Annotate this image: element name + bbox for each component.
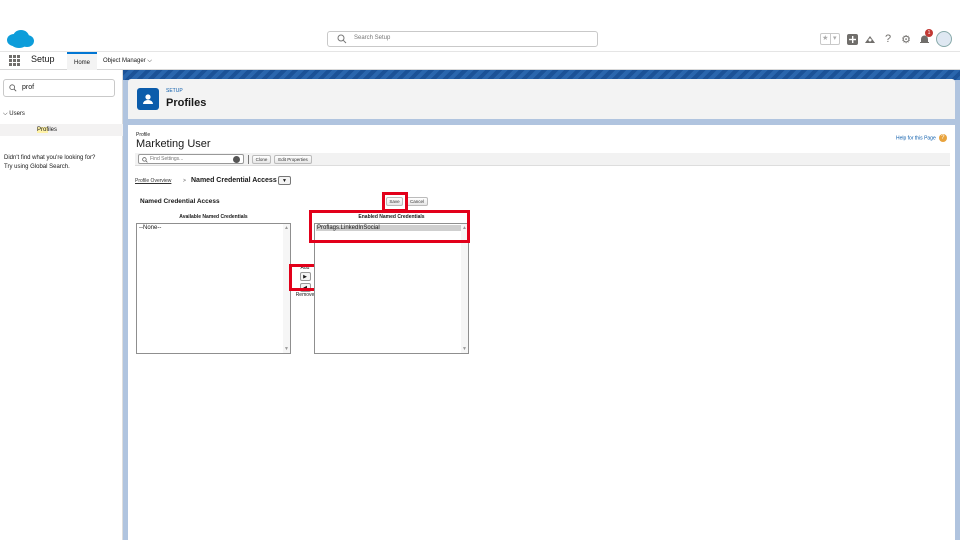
favorites-star-icon[interactable]: ★ — [821, 34, 830, 44]
gear-icon[interactable]: ⚙ — [900, 33, 912, 46]
setup-sidebar: prof ⌵ Users Profiles Didn't find what y… — [0, 70, 123, 540]
favorites-button[interactable]: ★ ▾ — [820, 33, 840, 45]
search-icon — [9, 84, 17, 92]
profile-overview-link[interactable]: Profile Overview — [135, 178, 171, 184]
no-match-help: Didn't find what you're looking for? Try… — [4, 154, 119, 172]
toolbar-divider — [248, 155, 249, 164]
highlight-enabled — [309, 210, 470, 243]
setup-kicker: SETUP — [166, 88, 183, 94]
tab-object-manager[interactable]: Object Manager ⌵ — [103, 52, 152, 70]
profile-toolbar: Find Settings... Clone Edit Properties — [135, 153, 950, 166]
cancel-button[interactable]: Cancel — [406, 197, 428, 206]
breadcrumb-separator: > — [183, 178, 186, 184]
setup-page-header: SETUP Profiles — [128, 79, 955, 119]
trailhead-icon[interactable] — [864, 33, 876, 45]
app-nav-bar: Setup Home Object Manager ⌵ — [0, 52, 960, 70]
tab-object-manager-label: Object Manager — [103, 58, 146, 64]
tree-profiles-rest: iles — [48, 127, 58, 133]
salesforce-logo[interactable] — [5, 29, 35, 49]
main-content: SETUP Profiles Profile Marketing User He… — [123, 70, 960, 540]
profile-detail-panel: Profile Marketing User Help for this Pag… — [128, 125, 955, 540]
quick-find-value: prof — [22, 84, 35, 91]
tab-home[interactable]: Home — [67, 52, 98, 70]
section-title: Named Credential Access — [140, 198, 220, 205]
help-icon[interactable]: ? — [882, 33, 894, 45]
clone-button[interactable]: Clone — [252, 155, 271, 164]
available-credentials-list[interactable]: --None-- ▲ ▼ — [136, 223, 291, 354]
quick-find-input[interactable]: prof — [3, 79, 115, 97]
avatar[interactable] — [936, 31, 952, 47]
find-settings-input[interactable]: Find Settings... — [138, 154, 244, 164]
app-name: Setup — [31, 54, 55, 64]
help-link-label: Help for this Page — [896, 135, 936, 142]
no-match-line-1: Didn't find what you're looking for? — [4, 155, 96, 161]
remove-label: Remove — [295, 292, 315, 298]
search-placeholder: Search Setup — [354, 35, 391, 41]
tree-users-label: Users — [9, 111, 25, 117]
page-title: Profiles — [166, 97, 207, 109]
chevron-down-icon: ⌵ — [147, 58, 152, 64]
clear-icon[interactable] — [233, 156, 240, 163]
tree-node-profiles[interactable]: Profiles — [0, 124, 123, 136]
search-icon — [142, 157, 148, 163]
section-dropdown-button[interactable]: ▼ — [278, 176, 291, 185]
bell-icon[interactable]: 1 — [918, 29, 933, 45]
notification-badge: 1 — [925, 29, 933, 37]
chevron-down-icon: ⌵ — [3, 111, 8, 117]
no-match-line-2: Try using Global Search. — [4, 164, 70, 170]
header-utility-icons: ★ ▾ ? ⚙ 1 — [820, 29, 952, 47]
find-settings-placeholder: Find Settings... — [150, 156, 184, 162]
scrollbar[interactable]: ▲ ▼ — [461, 224, 468, 353]
profile-title: Marketing User — [136, 138, 211, 150]
tree-node-users[interactable]: ⌵ Users — [3, 111, 25, 118]
edit-properties-button[interactable]: Edit Properties — [274, 155, 312, 164]
chevron-down-icon: ▼ — [282, 178, 287, 184]
help-icon: ? — [938, 134, 947, 142]
help-link[interactable]: Help for this Page? — [896, 134, 947, 142]
favorites-list-icon[interactable]: ▾ — [829, 34, 840, 44]
list-item[interactable]: --None-- — [138, 225, 162, 231]
available-header: Available Named Credentials — [179, 214, 248, 220]
highlight-save — [382, 192, 408, 212]
search-highlight: Prof — [37, 127, 49, 133]
add-icon[interactable] — [846, 33, 858, 45]
user-icon — [137, 88, 159, 110]
search-icon — [337, 34, 347, 44]
global-search-input[interactable]: Search Setup — [327, 31, 598, 47]
app-launcher-icon[interactable] — [9, 55, 20, 66]
current-section-label: Named Credential Access — [191, 177, 277, 184]
